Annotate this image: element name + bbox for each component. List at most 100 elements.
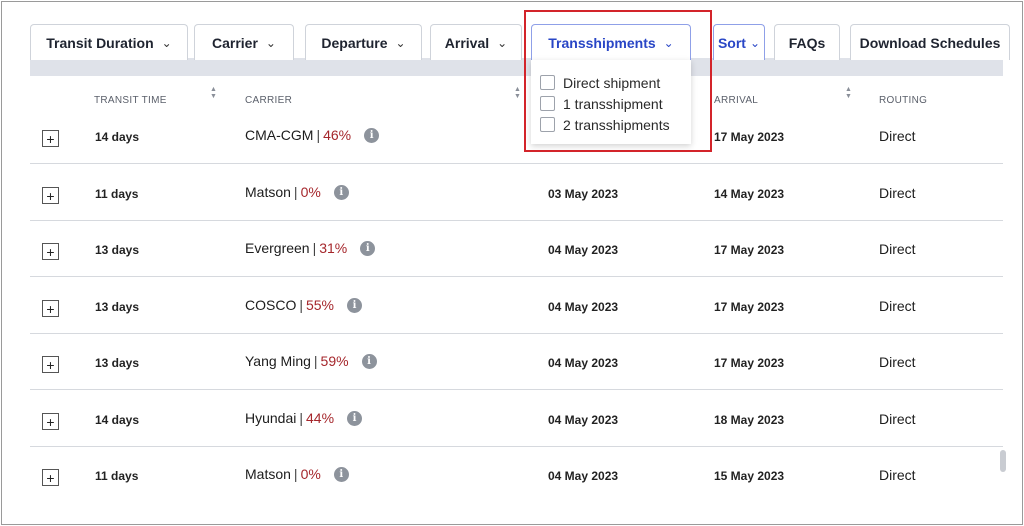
option-direct-shipment[interactable]: Direct shipment [531, 72, 691, 93]
routing: Direct [879, 411, 916, 427]
info-icon[interactable]: i [364, 127, 380, 143]
table-row: + 11 days Matson | 0% i 03 May 2023 14 May… [30, 164, 1003, 221]
chevron-down-icon: ⌄ [749, 35, 761, 50]
transit-time: 13 days [95, 243, 140, 257]
transit-time: 13 days [95, 300, 140, 314]
carrier-cell: Matson | 0% i [245, 466, 349, 482]
chevron-down-icon: ⌄ [161, 35, 172, 50]
carrier-cell: Matson | 0% i [245, 184, 349, 200]
expand-icon[interactable]: + [42, 243, 59, 260]
sort-arrows-icon[interactable]: ▲ ▼ [210, 86, 217, 100]
transit-time: 14 days [95, 413, 140, 427]
departure-date: 04 May 2023 [548, 243, 619, 257]
info-icon[interactable]: i [360, 240, 376, 256]
carrier-name: COSCO [245, 297, 297, 313]
expand-icon[interactable]: + [42, 413, 59, 430]
option-label: Direct shipment [563, 74, 661, 91]
carrier-name: Hyundai [245, 410, 297, 426]
filter-departure[interactable]: Departure ⌄ [305, 24, 422, 60]
routing: Direct [879, 185, 916, 201]
table-row: + 14 days Hyundai | 44% i 04 May 2023 18 M… [30, 390, 1003, 447]
separator: | [312, 240, 317, 256]
faqs-button[interactable]: FAQs [774, 24, 840, 60]
option-2-transshipments[interactable]: 2 transshipments [531, 114, 691, 135]
departure-date: 04 May 2023 [548, 413, 619, 427]
header-transit-time[interactable]: TRANSIT TIME [94, 95, 167, 106]
separator: | [313, 353, 318, 369]
header-arrival[interactable]: ARRIVAL [714, 95, 758, 106]
info-icon[interactable]: i [333, 184, 349, 200]
filter-label: Transit Duration [46, 34, 154, 51]
arrival-date: 17 May 2023 [714, 356, 785, 370]
departure-date: 04 May 2023 [548, 300, 619, 314]
filter-bar-band [30, 58, 1003, 76]
carrier-cell: Hyundai | 44% i [245, 410, 363, 426]
departure-date: 04 May 2023 [548, 469, 619, 483]
arrival-date: 17 May 2023 [714, 243, 785, 257]
option-label: 1 transshipment [563, 95, 663, 112]
separator: | [299, 410, 304, 426]
expand-icon[interactable]: + [42, 300, 59, 317]
carrier-name: Matson [245, 466, 291, 482]
separator: | [293, 184, 298, 200]
carrier-name: CMA-CGM [245, 127, 314, 143]
info-icon[interactable]: i [361, 353, 377, 369]
transshipments-dropdown: Direct shipment 1 transshipment 2 transs… [531, 60, 691, 144]
filter-label: Departure [321, 34, 388, 51]
filter-transit-duration[interactable]: Transit Duration ⌄ [30, 24, 188, 60]
routing: Direct [879, 128, 916, 144]
sort-button[interactable]: Sort ⌄ [713, 24, 765, 60]
info-icon[interactable]: i [347, 297, 363, 313]
chevron-down-icon: ⌄ [265, 35, 276, 50]
carrier-cell: Yang Ming | 59% i [245, 353, 377, 369]
filter-label: Carrier [212, 34, 258, 51]
chevron-down-icon: ⌄ [663, 35, 674, 50]
table-row: + 14 days CMA-CGM | 46% i 17 May 2023 Dire… [30, 107, 1003, 164]
arrival-date: 15 May 2023 [714, 469, 785, 483]
arrival-date: 18 May 2023 [714, 413, 785, 427]
reliability: 44% [306, 410, 335, 426]
transit-time: 14 days [95, 130, 140, 144]
routing: Direct [879, 241, 916, 257]
option-1-transshipment[interactable]: 1 transshipment [531, 93, 691, 114]
sort-arrows-icon[interactable]: ▲ ▼ [845, 86, 852, 100]
separator: | [293, 466, 298, 482]
separator: | [299, 297, 303, 313]
reliability: 0% [300, 184, 321, 200]
expand-icon[interactable]: + [42, 356, 59, 373]
sort-arrows-icon[interactable]: ▲ ▼ [514, 86, 521, 100]
carrier-cell: CMA-CGM | 46% i [245, 127, 380, 143]
filter-label: FAQs [788, 34, 826, 51]
carrier-name: Matson [245, 184, 291, 200]
routing: Direct [879, 354, 916, 370]
info-icon[interactable]: i [333, 466, 349, 482]
filter-label: Download Schedules [859, 34, 1001, 51]
info-icon[interactable]: i [347, 410, 363, 426]
carrier-cell: Evergreen | 31% i [245, 240, 376, 256]
expand-icon[interactable]: + [42, 469, 59, 486]
download-schedules-button[interactable]: Download Schedules [850, 24, 1010, 60]
filter-label: Sort [717, 34, 746, 51]
checkbox[interactable] [540, 117, 555, 132]
filter-transshipments[interactable]: Transshipments ⌄ [531, 24, 691, 60]
table-row: + 13 days Evergreen | 31% i 04 May 2023 17… [30, 220, 1003, 277]
checkbox[interactable] [540, 75, 555, 90]
carrier-name: Yang Ming [245, 353, 311, 369]
reliability: 55% [305, 297, 335, 313]
checkbox[interactable] [540, 96, 555, 111]
expand-icon[interactable]: + [42, 130, 59, 147]
chevron-down-icon: ⌄ [497, 35, 508, 50]
departure-date: 03 May 2023 [548, 187, 619, 201]
scrollbar-thumb[interactable] [1000, 450, 1006, 472]
transit-time: 11 days [95, 469, 139, 483]
expand-icon[interactable]: + [42, 187, 59, 204]
filter-carrier[interactable]: Carrier ⌄ [194, 24, 294, 60]
arrival-date: 17 May 2023 [714, 130, 785, 144]
filter-arrival[interactable]: Arrival ⌄ [430, 24, 522, 60]
header-carrier[interactable]: CARRIER [245, 95, 292, 106]
transit-time: 11 days [95, 187, 139, 201]
reliability: 59% [320, 353, 349, 369]
transit-time: 13 days [95, 356, 140, 370]
table-row: + 13 days Yang Ming | 59% i 04 May 2023 17… [30, 333, 1003, 390]
carrier-name: Evergreen [245, 240, 310, 256]
